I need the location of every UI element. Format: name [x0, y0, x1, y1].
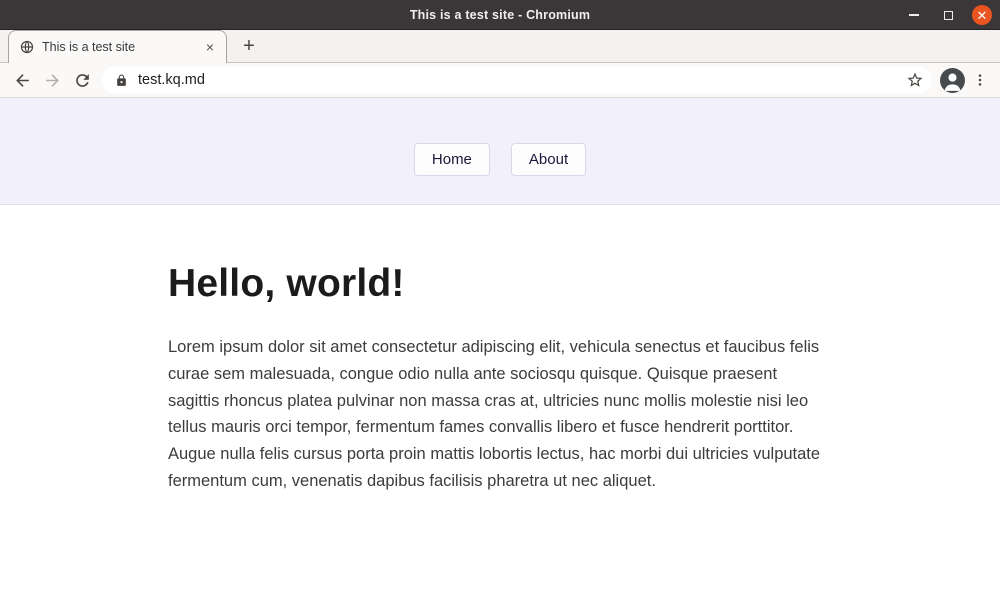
site-header: Home About: [0, 98, 1000, 205]
close-window-button[interactable]: ✕: [972, 5, 992, 25]
three-dots-icon: [972, 72, 988, 88]
tab-close-button[interactable]: ×: [202, 39, 218, 55]
new-tab-button[interactable]: +: [235, 32, 263, 60]
back-arrow-icon: [13, 71, 32, 90]
profile-button[interactable]: [938, 66, 966, 94]
page-content: Hello, world! Lorem ipsum dolor sit amet…: [168, 205, 832, 495]
lock-icon: [115, 74, 128, 87]
tab-title: This is a test site: [42, 40, 194, 54]
close-icon: ✕: [977, 9, 988, 22]
browser-menu-button[interactable]: [968, 68, 992, 92]
page-heading: Hello, world!: [168, 205, 832, 306]
reload-button[interactable]: [68, 66, 96, 94]
forward-button[interactable]: [38, 66, 66, 94]
nav-button-home[interactable]: Home: [414, 143, 490, 176]
maximize-button[interactable]: [938, 5, 958, 25]
browser-toolbar: test.kq.md: [0, 63, 1000, 98]
maximize-icon: [944, 11, 953, 20]
nav-button-about[interactable]: About: [511, 143, 586, 176]
globe-favicon-icon: [20, 40, 34, 54]
avatar-icon: [940, 68, 965, 93]
tab-strip: This is a test site × +: [0, 30, 1000, 63]
bookmark-star-button[interactable]: [906, 71, 924, 89]
star-icon: [906, 71, 924, 89]
reload-icon: [73, 71, 92, 90]
window-title: This is a test site - Chromium: [0, 8, 1000, 22]
url-text[interactable]: test.kq.md: [138, 72, 205, 88]
minimize-icon: [909, 14, 919, 16]
body-paragraph: Lorem ipsum dolor sit amet consectetur a…: [168, 334, 832, 495]
address-bar[interactable]: test.kq.md: [102, 66, 932, 94]
forward-arrow-icon: [43, 71, 62, 90]
minimize-button[interactable]: [904, 5, 924, 25]
window-controls: ✕: [904, 0, 992, 30]
back-button[interactable]: [8, 66, 36, 94]
page-viewport: Home About Hello, world! Lorem ipsum dol…: [0, 98, 1000, 608]
tab-this-is-a-test-site[interactable]: This is a test site ×: [8, 30, 227, 63]
window-titlebar: This is a test site - Chromium ✕: [0, 0, 1000, 30]
